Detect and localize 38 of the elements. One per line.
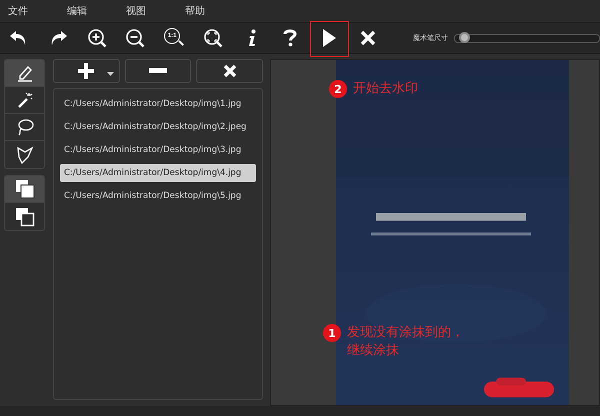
zoom-out-icon [125,28,146,48]
menu-item[interactable]: 文件 [0,4,59,18]
close-icon [360,30,376,46]
lasso-icon [16,118,34,136]
callout-text: 发现没有涂抹到的， [347,324,464,342]
magic-wand-icon [16,91,34,109]
outlined-square-icon [14,206,34,226]
help-icon [283,29,298,47]
caret-icon [106,72,114,76]
menu-item[interactable]: 帮助 [177,4,236,18]
callout-text: 继续涂抹 [347,342,400,360]
filled-mode-button[interactable] [5,176,44,203]
close-icon [222,64,237,78]
zoom-in-icon [86,28,107,48]
brush-size-slider[interactable] [454,34,600,42]
file-item[interactable]: C:/Users/Administrator/Desktop/img\4.jpg [60,164,256,182]
slider-thumb[interactable] [459,32,470,42]
file-item[interactable]: C:/Users/Administrator/Desktop/img\5.jpg [60,187,256,205]
polygon-lasso-icon [16,146,34,164]
menu-item[interactable]: 编辑 [59,4,118,18]
overlapping-squares-icon [14,179,34,199]
step-number: 2 [329,80,347,98]
marker-tool[interactable] [5,60,44,87]
add-button[interactable] [53,59,120,83]
callout-text: 开始去水印 [353,80,418,98]
info-icon [246,29,257,47]
plus-icon [77,62,96,80]
minus-icon [149,68,167,74]
fit-screen-icon [202,28,223,48]
menu-item[interactable]: 视图 [118,4,177,18]
file-item[interactable]: C:/Users/Administrator/Desktop/img\1.jpg [60,95,256,113]
file-item[interactable]: C:/Users/Administrator/Desktop/img\3.jpg [60,141,256,159]
step-number: 1 [323,324,341,342]
remove-button[interactable] [124,59,192,83]
file-item[interactable]: C:/Users/Administrator/Desktop/img\2.jpeg [60,118,256,136]
clear-button[interactable] [196,59,264,83]
pencil-icon [16,64,34,82]
play-icon [320,28,337,48]
